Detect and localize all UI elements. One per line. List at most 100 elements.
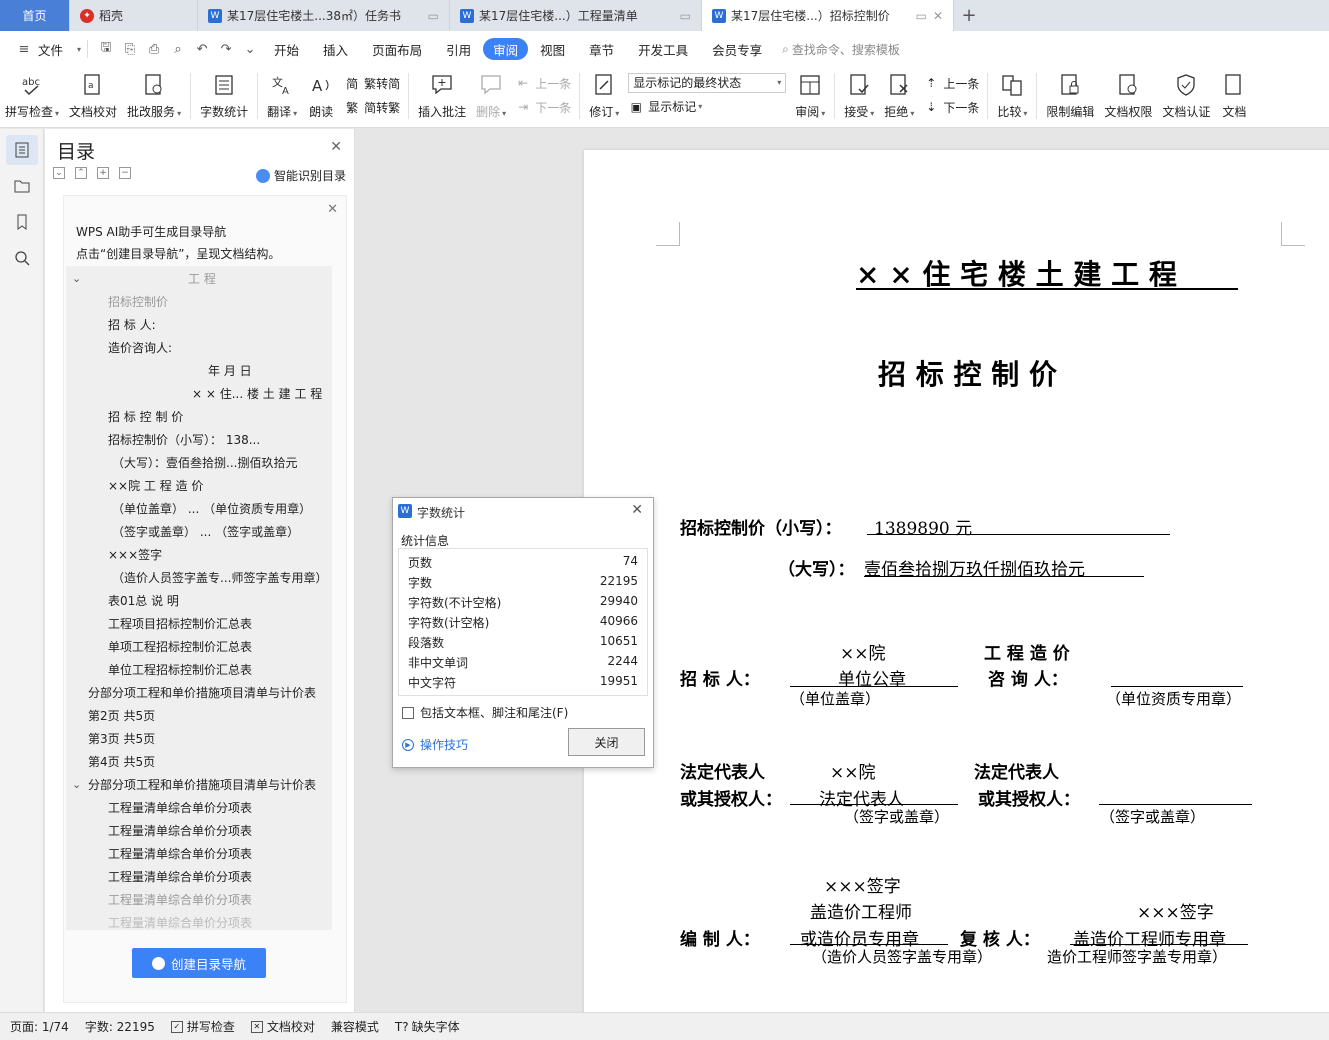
prev-change-button[interactable]: ⇡ 上一条: [923, 72, 979, 94]
file-menu[interactable]: 文件: [36, 38, 75, 60]
translate-button[interactable]: 文A 翻译 ▾: [262, 71, 302, 123]
search-rail-button[interactable]: [6, 243, 38, 273]
underline: [790, 944, 948, 945]
review-pane-button[interactable]: 审阅 ▾: [790, 71, 830, 123]
prev-comment-button[interactable]: ⇤ 上一条: [515, 72, 571, 94]
underline: [856, 288, 1238, 290]
spell-check-button[interactable]: abc 拼写检查 ▾: [0, 71, 64, 123]
track-changes-button[interactable]: 修订 ▾: [584, 71, 624, 123]
insert-comment-button[interactable]: 插入批注: [413, 71, 471, 123]
close-icon[interactable]: ✕: [327, 202, 338, 217]
command-search[interactable]: ⌕ 查找命令、搜索模板: [782, 41, 900, 58]
markup-state-select[interactable]: 显示标记的最终状态 ▾: [628, 72, 787, 93]
doc-cert-button[interactable]: 文档认证: [1157, 71, 1215, 123]
create-toc-nav-button[interactable]: 创建目录导航: [132, 948, 266, 978]
list-item: （大写）：壹佰叁拾捌...捌佰玖拾元: [112, 456, 298, 470]
list-item: × × 住... 楼 土 建 工 程: [192, 387, 323, 401]
doc-permission-button[interactable]: 文档权限: [1099, 71, 1157, 123]
tab-label: 某17层住宅楼...）工程量清单: [479, 9, 638, 23]
close-icon[interactable]: ✕: [330, 139, 342, 155]
compiler-sign: ×××签字: [824, 877, 901, 897]
save-icon[interactable]: 🖫: [96, 39, 116, 59]
spell-check-status[interactable]: ✓ 拼写检查: [170, 1018, 235, 1035]
tab-doc-bill[interactable]: W 某17层住宅楼...）工程量清单 ▭: [450, 0, 702, 31]
read-aloud-icon: A: [307, 71, 335, 99]
toc-icon: [15, 142, 28, 158]
print-icon[interactable]: ⎙: [144, 39, 164, 59]
next-change-button[interactable]: ⇣ 下一条: [923, 96, 979, 118]
accept-button[interactable]: 接受 ▾: [839, 71, 879, 123]
menu-section[interactable]: 章节: [577, 38, 626, 60]
word-count-button[interactable]: 字数统计: [195, 71, 253, 123]
menu-insert[interactable]: 插入: [311, 38, 360, 60]
missing-font-status[interactable]: T? 缺失字体: [395, 1018, 460, 1035]
export-icon[interactable]: ⎘: [120, 39, 140, 59]
underline: [867, 534, 1170, 535]
document-page[interactable]: × × 住 宅 楼 土 建 工 程 招 标 控 制 价 招标控制价（小写）： 1…: [584, 150, 1329, 1012]
search-placeholder: 查找命令、搜索模板: [791, 42, 900, 57]
menu-devtools[interactable]: 开发工具: [626, 38, 700, 60]
smart-toc-button[interactable]: 智能识别目录: [255, 167, 346, 184]
ai-hint-line1: WPS AI助手可生成目录导航: [76, 225, 227, 239]
menu-member[interactable]: 会员专享: [700, 38, 774, 60]
compat-mode-status[interactable]: 兼容模式: [331, 1018, 379, 1035]
tab-bar: 首页 ✦ 稻壳 W 某17层住宅楼土...38㎡）任务书 ▭ W 某17层住宅楼...）…: [0, 0, 1329, 31]
simp-to-trad-button[interactable]: 繁简转繁: [344, 96, 400, 118]
add-tab-icon[interactable]: +: [954, 0, 984, 31]
undo-icon[interactable]: ↶: [192, 39, 212, 59]
collapse-all-icon[interactable]: ⌄: [53, 167, 65, 179]
delete-comment-button[interactable]: 删除 ▾: [471, 71, 511, 123]
monitor-icon[interactable]: ▭: [428, 9, 439, 23]
redo-icon[interactable]: ↷: [216, 39, 236, 59]
compare-button[interactable]: 比较 ▾: [992, 71, 1032, 123]
tab-doc-control-price[interactable]: W 某17层住宅楼...）招标控制价 ▭ ✕: [702, 0, 954, 31]
page-indicator[interactable]: 页面: 1/74: [10, 1018, 69, 1035]
close-icon[interactable]: ✕: [631, 502, 643, 518]
expand-all-icon[interactable]: ⌃: [75, 167, 87, 179]
restrict-edit-button[interactable]: 限制编辑: [1041, 71, 1099, 123]
customize-icon[interactable]: ⌄: [240, 39, 260, 59]
doc-more-button[interactable]: 文档: [1215, 71, 1253, 123]
hamburger-icon[interactable]: ≡: [14, 39, 34, 59]
legal1-org: ××院: [830, 763, 876, 783]
next-comment-button[interactable]: ⇥ 下一条: [515, 96, 571, 118]
read-aloud-button[interactable]: A 朗读: [302, 71, 340, 123]
add-level-icon[interactable]: +: [97, 167, 109, 179]
chevron-down-icon[interactable]: ▾: [77, 45, 81, 54]
batch-service-button[interactable]: 批改服务 ▾: [122, 71, 186, 123]
search-icon: ⌕: [782, 41, 789, 56]
doc-proof-status[interactable]: ✕ 文档校对: [250, 1018, 315, 1035]
doc-proof-button[interactable]: a 文档校对: [64, 71, 122, 123]
close-button[interactable]: 关闭: [568, 728, 645, 756]
menu-reference[interactable]: 引用: [434, 38, 483, 60]
prev-comment-icon: ⇤: [518, 76, 529, 90]
trad-to-simp-button[interactable]: 简繁转简: [344, 72, 400, 94]
include-textbox-checkbox[interactable]: 包括文本框、脚注和尾注(F): [402, 704, 568, 721]
show-markup-button[interactable]: ▣ 显示标记 ▾: [628, 96, 786, 118]
tips-link[interactable]: ▶ 操作技巧: [402, 736, 468, 753]
menu-view[interactable]: 视图: [528, 38, 577, 60]
svg-text:a: a: [88, 81, 94, 91]
shield-icon: [1172, 71, 1200, 99]
menu-start[interactable]: 开始: [262, 38, 311, 60]
list-item: 招 标 人:: [108, 318, 156, 332]
word-count-indicator[interactable]: 字数: 22195: [85, 1018, 155, 1035]
toc-rail-button[interactable]: [5, 135, 38, 165]
bookmark-rail-button[interactable]: [6, 207, 38, 237]
tab-doc-brief[interactable]: W 某17层住宅楼土...38㎡）任务书 ▭: [198, 0, 450, 31]
list-item: 工程量清单综合单价分项表: [108, 824, 253, 838]
print-preview-icon[interactable]: ⌕: [168, 39, 188, 59]
margin-corner-mark: [1281, 222, 1305, 246]
toc-panel: 目录 ✕ ⌄ ⌃ + − 智能识别目录 ✕ WPS AI助手可生成目录导航 点击…: [45, 129, 355, 1012]
tab-docer[interactable]: ✦ 稻壳: [70, 0, 198, 31]
close-tab-icon[interactable]: ✕: [933, 9, 943, 23]
remove-level-icon[interactable]: −: [119, 167, 131, 179]
reject-button[interactable]: 拒绝 ▾: [879, 71, 919, 123]
nav-rail-button[interactable]: [6, 171, 38, 201]
menu-review[interactable]: 审阅: [483, 38, 529, 60]
menu-layout[interactable]: 页面布局: [360, 38, 434, 60]
monitor-icon[interactable]: ▭: [916, 9, 927, 23]
tab-home[interactable]: 首页: [0, 0, 70, 31]
monitor-icon[interactable]: ▭: [680, 9, 691, 23]
list-item: 招标控制价（小写）： 138...: [108, 433, 261, 447]
